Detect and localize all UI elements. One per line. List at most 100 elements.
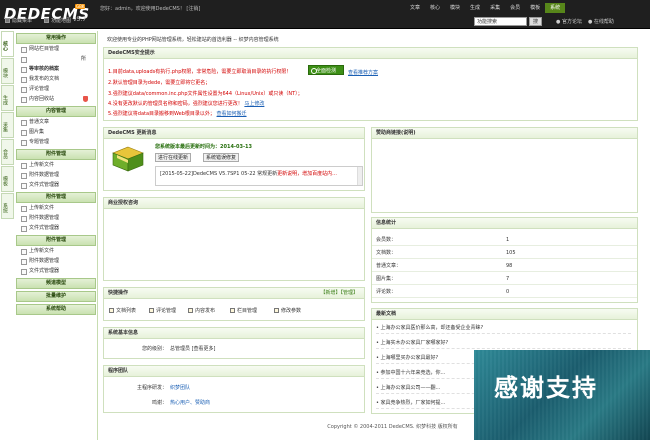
sidebar-divider: [97, 31, 98, 440]
menu-item[interactable]: 附件数据管理: [16, 170, 96, 180]
howto-move-link[interactable]: 查看如何搬迁: [217, 111, 247, 117]
menu-item[interactable]: 图片集: [16, 127, 96, 137]
menu-item-label: 文件式管理器: [29, 182, 60, 188]
top-nav-item[interactable]: 模块: [445, 3, 465, 13]
top-nav-item[interactable]: 模板: [525, 3, 545, 13]
side-tab[interactable]: 模块: [1, 58, 14, 84]
menu-group-header[interactable]: 内容管理: [16, 106, 96, 117]
feature-map-button[interactable]: 功能地图: [44, 17, 71, 24]
quick-add-manage[interactable]: 【新增】【管理】: [320, 288, 358, 298]
level-value[interactable]: 总管理员 [查看更多]: [170, 345, 216, 352]
menu-item[interactable]: 上传新文件: [16, 246, 96, 256]
search-input[interactable]: 功能搜索: [474, 17, 527, 26]
quick-link[interactable]: 文档列表: [109, 307, 136, 314]
menu-item[interactable]: 网站栏目管理: [16, 44, 96, 54]
quick-link-label: 修改参数: [281, 308, 302, 314]
menu-item[interactable]: 评论管理: [16, 84, 96, 94]
security-panel: DedeCMS安全提示 1.目前data,uploads有执行.php权限，非常…: [103, 47, 638, 121]
menu-group-header[interactable]: 附件管理: [16, 235, 96, 246]
team-label-2: 鸣谢：: [152, 400, 168, 406]
stats-row: 文档数： 105: [372, 248, 637, 259]
menu-item-label: 所: [80, 56, 86, 62]
system-info-title: 系统基本信息: [104, 328, 364, 339]
stats-panel: 信息统计 会员数： 1 文档数： 105 普通文章： 98 图片集： 7 评论数： 0: [371, 217, 638, 303]
online-update-button[interactable]: 进行在线更新: [155, 153, 192, 162]
online-help-link[interactable]: ● 在线帮助: [588, 18, 614, 25]
menu-group-header[interactable]: 系统帮助: [16, 304, 96, 315]
menu-item[interactable]: 上传新文件: [16, 203, 96, 213]
quick-link[interactable]: 内容发布: [188, 307, 215, 314]
quick-link[interactable]: 栏目管理: [230, 307, 257, 314]
license-panel: 商业授权咨询: [103, 197, 365, 281]
top-nav-item[interactable]: 生成: [465, 3, 485, 13]
team-link-1[interactable]: 织梦团队: [170, 384, 190, 391]
stats-label: 会员数：: [376, 237, 397, 243]
official-forum-link[interactable]: ● 官方论坛: [556, 18, 582, 25]
hide-menu-button[interactable]: 隐藏菜单: [5, 17, 32, 24]
update-notes-link[interactable]: 更新说明: [277, 171, 297, 177]
menu-item-label: 等审核的档案: [29, 66, 60, 72]
safe-line-3: 3.强烈建议data/common.inc.php文件属性设置为644（Linu…: [108, 91, 303, 97]
menu-item[interactable]: 所: [16, 54, 96, 64]
menu-group-header[interactable]: 常用操作: [16, 33, 96, 44]
top-nav-item[interactable]: 会员: [505, 3, 525, 13]
stats-value: 0: [506, 289, 510, 295]
search-button[interactable]: 搜: [529, 17, 542, 26]
side-tab[interactable]: 会员: [1, 139, 14, 165]
top-nav-item[interactable]: 系统: [545, 3, 566, 13]
menu-item[interactable]: 附件数据管理: [16, 213, 96, 223]
side-tab[interactable]: 系统: [1, 193, 14, 219]
side-tab[interactable]: 核心: [1, 31, 14, 57]
user-greeting: 您好：admin，欢迎使用DedeCMS！ [注销]: [100, 6, 201, 12]
hide-menu-icon: [5, 18, 10, 23]
latest-doc-item[interactable]: • 上海实木办公家具厂家哪家好?: [376, 338, 631, 349]
menu-item[interactable]: 文件式管理器: [16, 223, 96, 233]
view-recommend-link[interactable]: 查看推荐方案: [348, 69, 378, 76]
quick-link-label: 内容发布: [195, 308, 216, 314]
menu-group-header[interactable]: 批量维护: [16, 291, 96, 302]
side-tab[interactable]: 生成: [1, 85, 14, 111]
menu-item-label: 普通文章: [29, 119, 50, 125]
team-label-1: 主程序研发：: [137, 385, 168, 391]
menu-item-label: 上传新文件: [29, 205, 55, 211]
menu-item[interactable]: 上传新文件: [16, 160, 96, 170]
menu-item-label: 我发布的文档: [29, 76, 60, 82]
menu-item[interactable]: 等审核的档案: [16, 64, 96, 74]
update-version-text: 您系统版本最后更新时间为：2014-03-13: [155, 144, 252, 150]
menu-item[interactable]: 文件式管理器: [16, 180, 96, 190]
menu-item[interactable]: 文件式管理器: [16, 266, 96, 276]
menu-group-header[interactable]: 附件管理: [16, 149, 96, 160]
latest-doc-item[interactable]: • 上海办公家具医价那么高，却还备受企业青睐?: [376, 323, 631, 334]
side-tab[interactable]: 模板: [1, 166, 14, 192]
side-tab[interactable]: 采集: [1, 112, 14, 138]
update-log-scrollbar[interactable]: [357, 167, 362, 185]
quick-link[interactable]: 评论管理: [149, 307, 176, 314]
menu-item[interactable]: 内容回收站: [16, 94, 96, 104]
menu-item[interactable]: 我发布的文档: [16, 74, 96, 84]
license-panel-title: 商业授权咨询: [104, 198, 364, 209]
top-nav-item[interactable]: 文章: [405, 3, 425, 13]
menu-item[interactable]: 附件数据管理: [16, 256, 96, 266]
modify-now-link[interactable]: 马上修改: [244, 101, 264, 107]
quick-link-label: 文档列表: [116, 308, 137, 314]
stats-value: 1: [506, 237, 510, 243]
menu-group-header[interactable]: 频道模型: [16, 278, 96, 289]
latest-doc-title: 上海哪里买办公家具最好?: [380, 355, 439, 361]
menu-item[interactable]: 普通文章: [16, 117, 96, 127]
menu-item[interactable]: 专题管理: [16, 137, 96, 147]
quick-link-label: 评论管理: [156, 308, 177, 314]
top-nav-item[interactable]: 采集: [485, 3, 505, 13]
full-check-button[interactable]: 全面检测: [308, 65, 344, 75]
menu-group-header[interactable]: 附件管理: [16, 192, 96, 203]
document-icon: [188, 308, 193, 313]
latest-docs-title: 最新文档: [372, 309, 637, 320]
stats-value: 105: [506, 250, 516, 256]
quick-link[interactable]: 修改参数: [274, 307, 301, 314]
menu-item-label: 内容回收站: [29, 96, 55, 102]
system-info-panel: 系统基本信息 您的级别： 总管理员 [查看更多]: [103, 327, 365, 359]
bug-fix-button[interactable]: 系统错误修复: [203, 153, 240, 162]
top-nav-item[interactable]: 核心: [425, 3, 445, 13]
update-box-icon: [112, 146, 144, 172]
update-log-box[interactable]: [2015-05-22]DedeCMS V5.7SP1 05-22 常规更新更新…: [155, 166, 363, 186]
team-link-2[interactable]: 热心用户、赞助商: [170, 399, 210, 406]
